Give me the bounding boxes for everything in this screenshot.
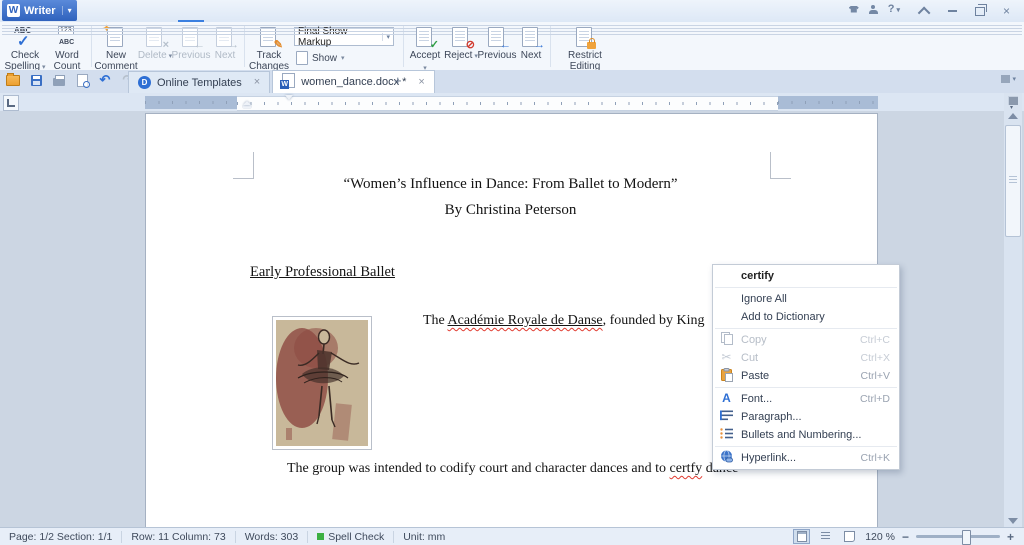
scroll-up-arrow-icon[interactable] bbox=[1008, 113, 1018, 119]
cut-icon: ✂ bbox=[718, 352, 735, 364]
separator bbox=[715, 328, 897, 329]
web-view-icon bbox=[844, 531, 855, 542]
word-count-indicator[interactable]: Words: 303 bbox=[236, 531, 309, 543]
context-menu-item[interactable]: Bullets and Numbering... bbox=[713, 426, 899, 444]
context-menu-item[interactable]: ✂ Cut Ctrl+X bbox=[713, 349, 899, 367]
view-and-zoom-controls: 120 % − + bbox=[793, 529, 1024, 544]
scrollbar-thumb[interactable] bbox=[1005, 125, 1021, 237]
text-boundary-mark-right bbox=[770, 152, 791, 179]
context-menu-item[interactable]: A Font... Ctrl+D bbox=[713, 390, 899, 408]
page-view-icon bbox=[797, 531, 807, 542]
paragraph-icon bbox=[718, 410, 735, 424]
misspelled-word[interactable]: certfy bbox=[670, 461, 703, 476]
separator bbox=[715, 287, 897, 288]
zoom-slider-thumb[interactable] bbox=[962, 530, 971, 545]
para1-line1[interactable]: The Académie Royale de Danse, founded by… bbox=[423, 313, 705, 329]
context-menu-item[interactable]: Add to Dictionary bbox=[713, 308, 899, 326]
outline-view-button[interactable] bbox=[817, 529, 834, 544]
page-indicator[interactable]: Page: 1/2 Section: 1/1 bbox=[0, 531, 122, 543]
vertical-scrollbar[interactable] bbox=[1004, 93, 1022, 528]
copy-icon bbox=[718, 332, 735, 348]
scroll-down-arrow-icon[interactable] bbox=[1008, 518, 1018, 524]
shortcut-hint: Ctrl+D bbox=[860, 393, 890, 405]
zoom-in-button[interactable]: + bbox=[1007, 532, 1014, 542]
bullets-icon bbox=[718, 428, 735, 442]
spellcheck-flagged-text: Académie Royale de Danse bbox=[448, 313, 603, 328]
page-view-button[interactable] bbox=[793, 529, 810, 544]
context-menu-item[interactable]: Paste Ctrl+V bbox=[713, 367, 899, 385]
zoom-slider[interactable] bbox=[916, 535, 1000, 538]
context-menu-item[interactable]: Paragraph... bbox=[713, 408, 899, 426]
context-menu-item[interactable]: Hyperlink... Ctrl+K bbox=[713, 449, 899, 467]
status-bar: Page: 1/2 Section: 1/1 Row: 11 Column: 7… bbox=[0, 527, 1024, 545]
ballerina-sketch bbox=[276, 320, 368, 446]
context-menu-item[interactable]: Copy Ctrl+C bbox=[713, 331, 899, 349]
section-heading[interactable]: Early Professional Ballet bbox=[250, 264, 395, 281]
spell-check-indicator[interactable]: Spell Check bbox=[308, 531, 394, 543]
underlined-phrase: Académie Royale de Danse bbox=[448, 313, 603, 328]
para2-line1[interactable]: The group was intended to codify court a… bbox=[287, 461, 738, 477]
spell-check-status-icon bbox=[317, 533, 324, 540]
separator bbox=[715, 446, 897, 447]
document-title[interactable]: “Women’s Influence in Dance: From Ballet… bbox=[145, 176, 876, 193]
spellcheck-context-menu: certify Ignore All Add to Dictionary Cop… bbox=[712, 264, 900, 470]
unit-indicator[interactable]: Unit: mm bbox=[394, 531, 454, 543]
shortcut-hint: Ctrl+K bbox=[861, 452, 890, 464]
document-byline[interactable]: By Christina Peterson bbox=[145, 202, 876, 219]
shortcut-hint: Ctrl+X bbox=[861, 352, 890, 364]
web-view-button[interactable] bbox=[841, 529, 858, 544]
shortcut-hint: Ctrl+C bbox=[860, 334, 890, 346]
text-boundary-mark-left bbox=[233, 152, 254, 179]
hyperlink-icon bbox=[718, 450, 735, 466]
context-menu-item[interactable]: certify bbox=[713, 267, 899, 285]
ballerina-image[interactable] bbox=[272, 316, 372, 450]
cursor-position-indicator[interactable]: Row: 11 Column: 73 bbox=[122, 531, 235, 543]
shortcut-hint: Ctrl+V bbox=[861, 370, 890, 382]
zoom-level[interactable]: 120 % bbox=[865, 531, 895, 543]
zoom-out-button[interactable]: − bbox=[902, 532, 909, 542]
font-icon: A bbox=[718, 393, 735, 405]
separator bbox=[715, 387, 897, 388]
outline-view-icon bbox=[821, 532, 830, 541]
ruler-toggle-icon[interactable] bbox=[1008, 96, 1018, 105]
context-menu-item[interactable]: Ignore All bbox=[713, 290, 899, 308]
paste-icon bbox=[718, 368, 735, 385]
writer-app-window: W Writer ▾ ? ▾ × ABC✓ Check Spelling bbox=[0, 0, 1024, 545]
